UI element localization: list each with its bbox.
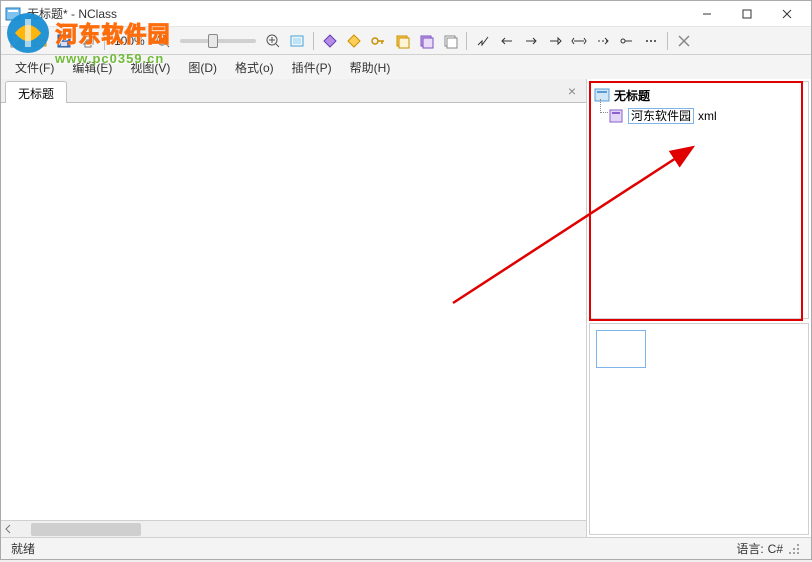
diamond-icon[interactable] — [319, 30, 341, 52]
arrow-more-icon[interactable] — [640, 30, 662, 52]
arrow-open-icon[interactable] — [544, 30, 566, 52]
arrow-dots-icon[interactable] — [592, 30, 614, 52]
tree-root-item[interactable]: 无标题 — [594, 86, 804, 104]
arrow-double-icon[interactable] — [568, 30, 590, 52]
tab-close-icon[interactable]: × — [564, 83, 580, 99]
arrow-right-icon[interactable] — [520, 30, 542, 52]
title-bar: 无标题* - NClass — [1, 1, 811, 27]
tree-root-label: 无标题 — [614, 87, 650, 104]
zoom-fit-icon[interactable] — [286, 30, 308, 52]
close-thin-icon[interactable] — [673, 30, 695, 52]
zoom-thumb[interactable] — [208, 34, 218, 48]
project-icon — [594, 87, 610, 103]
resize-grip-icon[interactable] — [787, 542, 801, 556]
menu-bar: 文件(F) 编辑(E) 视图(V) 图(D) 格式(o) 插件(P) 帮助(H) — [1, 55, 811, 79]
minimize-button[interactable] — [687, 1, 727, 27]
maximize-button[interactable] — [727, 1, 767, 27]
menu-help[interactable]: 帮助(H) — [342, 56, 399, 79]
stack-purple-icon[interactable] — [415, 30, 437, 52]
zoom-in-icon[interactable] — [262, 30, 284, 52]
zoom-slider[interactable] — [180, 39, 256, 43]
app-icon — [5, 6, 21, 22]
project-tree: 无标题 河东软件园 xml — [589, 81, 809, 319]
save-icon[interactable] — [53, 30, 75, 52]
key-icon[interactable] — [367, 30, 389, 52]
new-file-icon[interactable] — [5, 30, 27, 52]
zoom-out-icon[interactable] — [152, 30, 174, 52]
menu-format[interactable]: 格式(o) — [227, 56, 282, 79]
status-ready: 就绪 — [11, 540, 35, 557]
tab-untitled[interactable]: 无标题 — [5, 81, 67, 103]
scroll-left-icon[interactable] — [1, 522, 15, 536]
diagram-file-icon — [608, 108, 624, 124]
status-lang-value: C# — [768, 542, 783, 556]
preview-thumbnail[interactable] — [596, 330, 646, 368]
tree-rename-input[interactable]: 河东软件园 — [628, 108, 694, 124]
status-lang-label: 语言: — [736, 540, 763, 557]
print-icon[interactable] — [77, 30, 99, 52]
tree-leaf-item[interactable]: 河东软件园 xml — [608, 107, 804, 125]
diamond-gold-icon[interactable] — [343, 30, 365, 52]
stack-gold-icon[interactable] — [391, 30, 413, 52]
menu-view[interactable]: 视图(V) — [122, 56, 178, 79]
diagram-canvas[interactable] — [1, 103, 586, 520]
tab-strip: 无标题 × — [1, 79, 586, 103]
menu-plugins[interactable]: 插件(P) — [284, 56, 340, 79]
scroll-thumb[interactable] — [31, 523, 141, 536]
stack-white-icon[interactable] — [439, 30, 461, 52]
horizontal-scrollbar[interactable] — [1, 520, 586, 537]
status-bar: 就绪 语言: C# — [1, 537, 811, 559]
menu-edit[interactable]: 编辑(E) — [64, 56, 120, 79]
arrow-circle-icon[interactable] — [616, 30, 638, 52]
toolbar: 100% — [1, 27, 811, 55]
preview-panel — [589, 323, 809, 535]
menu-file[interactable]: 文件(F) — [7, 56, 62, 79]
tab-label: 无标题 — [18, 85, 54, 102]
open-folder-icon[interactable] — [29, 30, 51, 52]
window-title: 无标题* - NClass — [27, 5, 687, 22]
close-button[interactable] — [767, 1, 807, 27]
tree-leaf-suffix: xml — [698, 109, 717, 123]
arrow-left-icon[interactable] — [496, 30, 518, 52]
zoom-value: 100% — [114, 34, 146, 48]
menu-diagram[interactable]: 图(D) — [180, 56, 225, 79]
conn-icon[interactable] — [472, 30, 494, 52]
